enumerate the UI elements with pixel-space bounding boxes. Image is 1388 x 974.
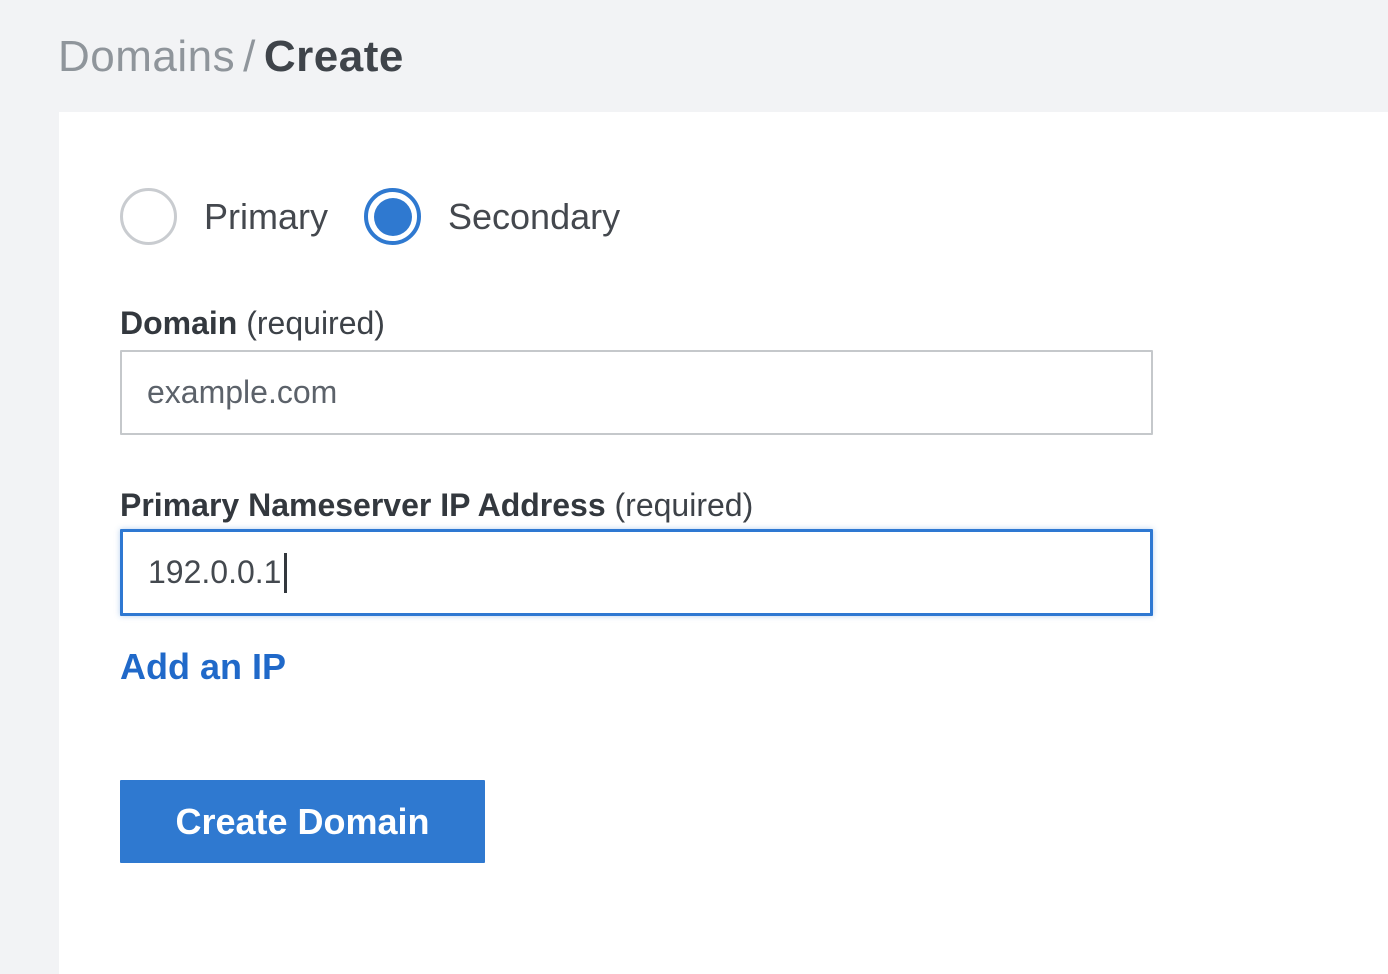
breadcrumb-current-page: Create <box>264 32 404 81</box>
radio-label-secondary: Secondary <box>448 196 620 238</box>
domain-label-text: Domain <box>120 305 237 341</box>
breadcrumb: Domains/Create <box>58 33 404 81</box>
text-caret <box>284 553 287 593</box>
page: Domains/Create Primary Secondary Domain … <box>0 0 1388 974</box>
add-an-ip-link[interactable]: Add an IP <box>120 646 286 688</box>
ip-input-value: 192.0.0.1 <box>148 554 281 591</box>
ip-field-label: Primary Nameserver IP Address (required) <box>120 486 753 524</box>
domain-type-radio-group: Primary Secondary <box>120 188 620 245</box>
radio-circle-primary[interactable] <box>120 188 177 245</box>
ip-label-required: (required) <box>615 487 754 523</box>
domain-input[interactable] <box>120 350 1153 435</box>
breadcrumb-separator: / <box>235 32 264 81</box>
domain-field-label: Domain (required) <box>120 304 385 342</box>
breadcrumb-domains-link[interactable]: Domains <box>58 32 235 81</box>
primary-nameserver-ip-input[interactable]: 192.0.0.1 <box>120 529 1153 616</box>
create-domain-button[interactable]: Create Domain <box>120 780 485 863</box>
domain-label-required: (required) <box>246 305 385 341</box>
ip-label-text: Primary Nameserver IP Address <box>120 487 606 523</box>
radio-option-primary[interactable]: Primary <box>120 188 328 245</box>
radio-circle-secondary[interactable] <box>364 188 421 245</box>
radio-option-secondary[interactable]: Secondary <box>364 188 620 245</box>
radio-label-primary: Primary <box>204 196 328 238</box>
